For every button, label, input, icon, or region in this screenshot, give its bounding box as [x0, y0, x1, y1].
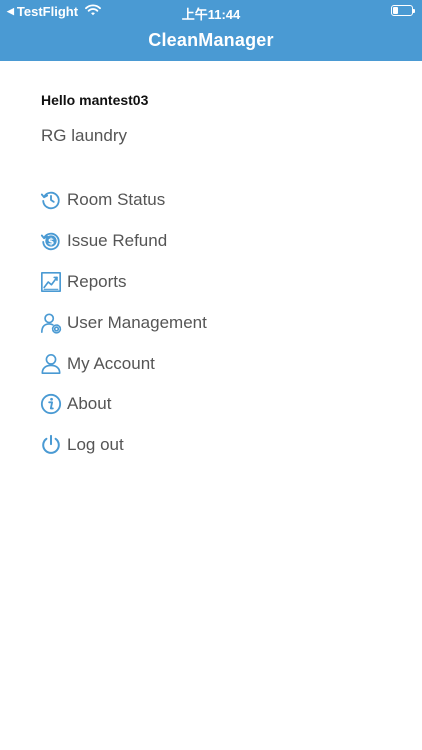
menu-item-label: My Account [67, 353, 155, 373]
info-icon [40, 393, 62, 415]
user-icon [40, 353, 62, 375]
menu-item-label: Issue Refund [67, 231, 168, 251]
menu-item-about[interactable]: About [40, 384, 207, 425]
store-name: RG laundry [41, 126, 127, 145]
menu-item-label: User Management [67, 312, 207, 332]
report-chart-icon [40, 271, 62, 293]
user-greeting: Hello mantest03 [41, 92, 149, 108]
menu-item-user-management[interactable]: User Management [40, 302, 207, 343]
app-title: CleanManager [148, 30, 274, 50]
battery-icon [391, 5, 415, 16]
history-icon [40, 189, 62, 211]
svg-text:$: $ [48, 236, 54, 247]
menu-item-reports[interactable]: Reports [40, 262, 207, 303]
menu-item-label: Log out [67, 435, 124, 455]
menu-item-label: About [67, 394, 112, 414]
refund-icon: $ [40, 230, 62, 252]
menu-item-label: Room Status [67, 190, 166, 210]
status-bar: ◀ TestFlight 上午11:44 [0, 0, 422, 22]
battery-level [393, 7, 399, 14]
menu-item-log-out[interactable]: Log out [40, 425, 207, 466]
power-icon [40, 434, 62, 456]
main-menu: Room Status $ Issue Refund Reports User … [40, 180, 207, 466]
menu-item-label: Reports [67, 271, 127, 291]
menu-item-issue-refund[interactable]: $ Issue Refund [40, 221, 207, 262]
menu-item-room-status[interactable]: Room Status [40, 180, 207, 221]
menu-item-my-account[interactable]: My Account [40, 343, 207, 384]
user-settings-icon [40, 312, 62, 334]
status-time: 上午11:44 [181, 7, 241, 22]
app-header: ◀ TestFlight 上午11:44 CleanManager [0, 0, 422, 61]
